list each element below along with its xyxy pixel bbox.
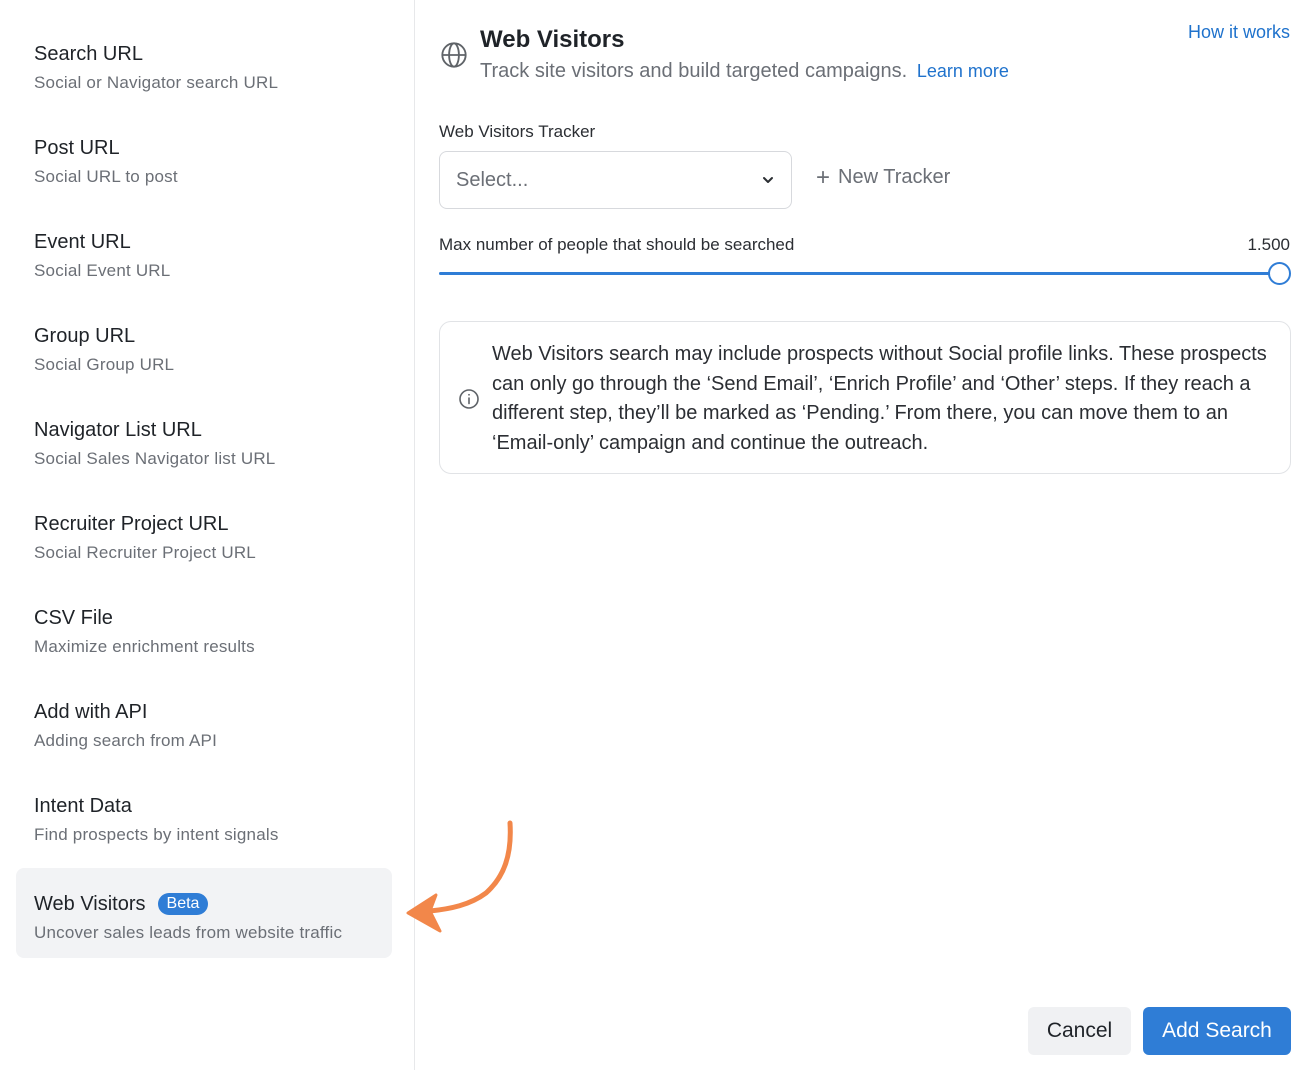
sidebar-item-title: Add with API bbox=[34, 701, 148, 723]
sidebar-item-add-with-api[interactable]: Add with API Adding search from API bbox=[16, 676, 392, 766]
learn-more-link[interactable]: Learn more bbox=[917, 61, 1009, 81]
sidebar-item-group-url[interactable]: Group URL Social Group URL bbox=[16, 300, 392, 390]
sidebar-item-intent-data[interactable]: Intent Data Find prospects by intent sig… bbox=[16, 770, 392, 860]
globe-icon bbox=[441, 42, 467, 68]
sidebar-item-subtitle: Adding search from API bbox=[34, 731, 217, 750]
sidebar-item-title-text: Web Visitors bbox=[34, 893, 146, 915]
sidebar-item-subtitle: Social Group URL bbox=[34, 355, 175, 374]
sidebar-item-csv-file[interactable]: CSV File Maximize enrichment results bbox=[16, 582, 392, 672]
sidebar-item-title: Post URL bbox=[34, 137, 120, 159]
sidebar-item-subtitle: Social URL to post bbox=[34, 167, 178, 186]
sidebar-item-subtitle: Uncover sales leads from website traffic bbox=[34, 923, 343, 942]
page-title: Web Visitors bbox=[480, 26, 625, 53]
sidebar-item-title: Intent Data bbox=[34, 795, 132, 817]
info-text: Web Visitors search may include prospect… bbox=[492, 343, 1267, 454]
sidebar-item-subtitle: Find prospects by intent signals bbox=[34, 825, 279, 844]
tracker-label: Web Visitors Tracker bbox=[439, 122, 596, 141]
sidebar-item-recruiter-project-url[interactable]: Recruiter Project URL Social Recruiter P… bbox=[16, 488, 392, 578]
add-search-button[interactable]: Add Search bbox=[1143, 1007, 1291, 1055]
sidebar-item-subtitle: Maximize enrichment results bbox=[34, 637, 255, 656]
sidebar-item-title: Recruiter Project URL bbox=[34, 513, 229, 535]
sidebar-item-title: Web Visitors Beta bbox=[34, 892, 374, 916]
slider-fill bbox=[439, 272, 1279, 275]
tracker-select-placeholder: Select... bbox=[456, 168, 529, 191]
slider-value: 1.500 bbox=[1247, 235, 1290, 254]
page-subtitle: Track site visitors and build targeted c… bbox=[480, 60, 1009, 83]
beta-badge: Beta bbox=[157, 893, 209, 915]
cancel-button[interactable]: Cancel bbox=[1028, 1007, 1131, 1055]
slider-label: Max number of people that should be sear… bbox=[439, 235, 795, 254]
sidebar-item-title: Group URL bbox=[34, 325, 136, 347]
plus-icon: + bbox=[816, 163, 831, 191]
source-sidebar: Search URL Social or Navigator search UR… bbox=[0, 0, 415, 1070]
slider-thumb[interactable] bbox=[1268, 262, 1291, 285]
sidebar-item-title: Search URL bbox=[34, 43, 143, 65]
how-it-works-link[interactable]: How it works bbox=[1188, 22, 1290, 43]
info-icon bbox=[459, 389, 479, 409]
sidebar-item-web-visitors[interactable]: Web Visitors Beta Uncover sales leads fr… bbox=[16, 868, 392, 958]
sidebar-item-subtitle: Social Event URL bbox=[34, 261, 171, 280]
max-people-slider[interactable] bbox=[439, 262, 1291, 285]
sidebar-item-title: Navigator List URL bbox=[34, 419, 202, 441]
sidebar-item-title: CSV File bbox=[34, 607, 113, 629]
sidebar-item-post-url[interactable]: Post URL Social URL to post bbox=[16, 112, 392, 202]
chevron-down-icon bbox=[763, 177, 773, 183]
new-tracker-button[interactable]: + New Tracker bbox=[816, 163, 951, 191]
new-tracker-label: New Tracker bbox=[838, 166, 951, 188]
sidebar-item-search-url[interactable]: Search URL Social or Navigator search UR… bbox=[16, 18, 392, 108]
main-panel: Web Visitors Track site visitors and bui… bbox=[416, 0, 1308, 1070]
sidebar-item-event-url[interactable]: Event URL Social Event URL bbox=[16, 206, 392, 296]
sidebar-item-subtitle: Social or Navigator search URL bbox=[34, 73, 279, 92]
sidebar-item-subtitle: Social Recruiter Project URL bbox=[34, 543, 256, 562]
page-subtitle-text: Track site visitors and build targeted c… bbox=[480, 60, 908, 82]
sidebar-item-navigator-list-url[interactable]: Navigator List URL Social Sales Navigato… bbox=[16, 394, 392, 484]
tracker-select[interactable]: Select... bbox=[439, 151, 792, 209]
sidebar-item-subtitle: Social Sales Navigator list URL bbox=[34, 449, 276, 468]
info-notice: Web Visitors search may include prospect… bbox=[439, 321, 1291, 474]
sidebar-item-title: Event URL bbox=[34, 231, 131, 253]
